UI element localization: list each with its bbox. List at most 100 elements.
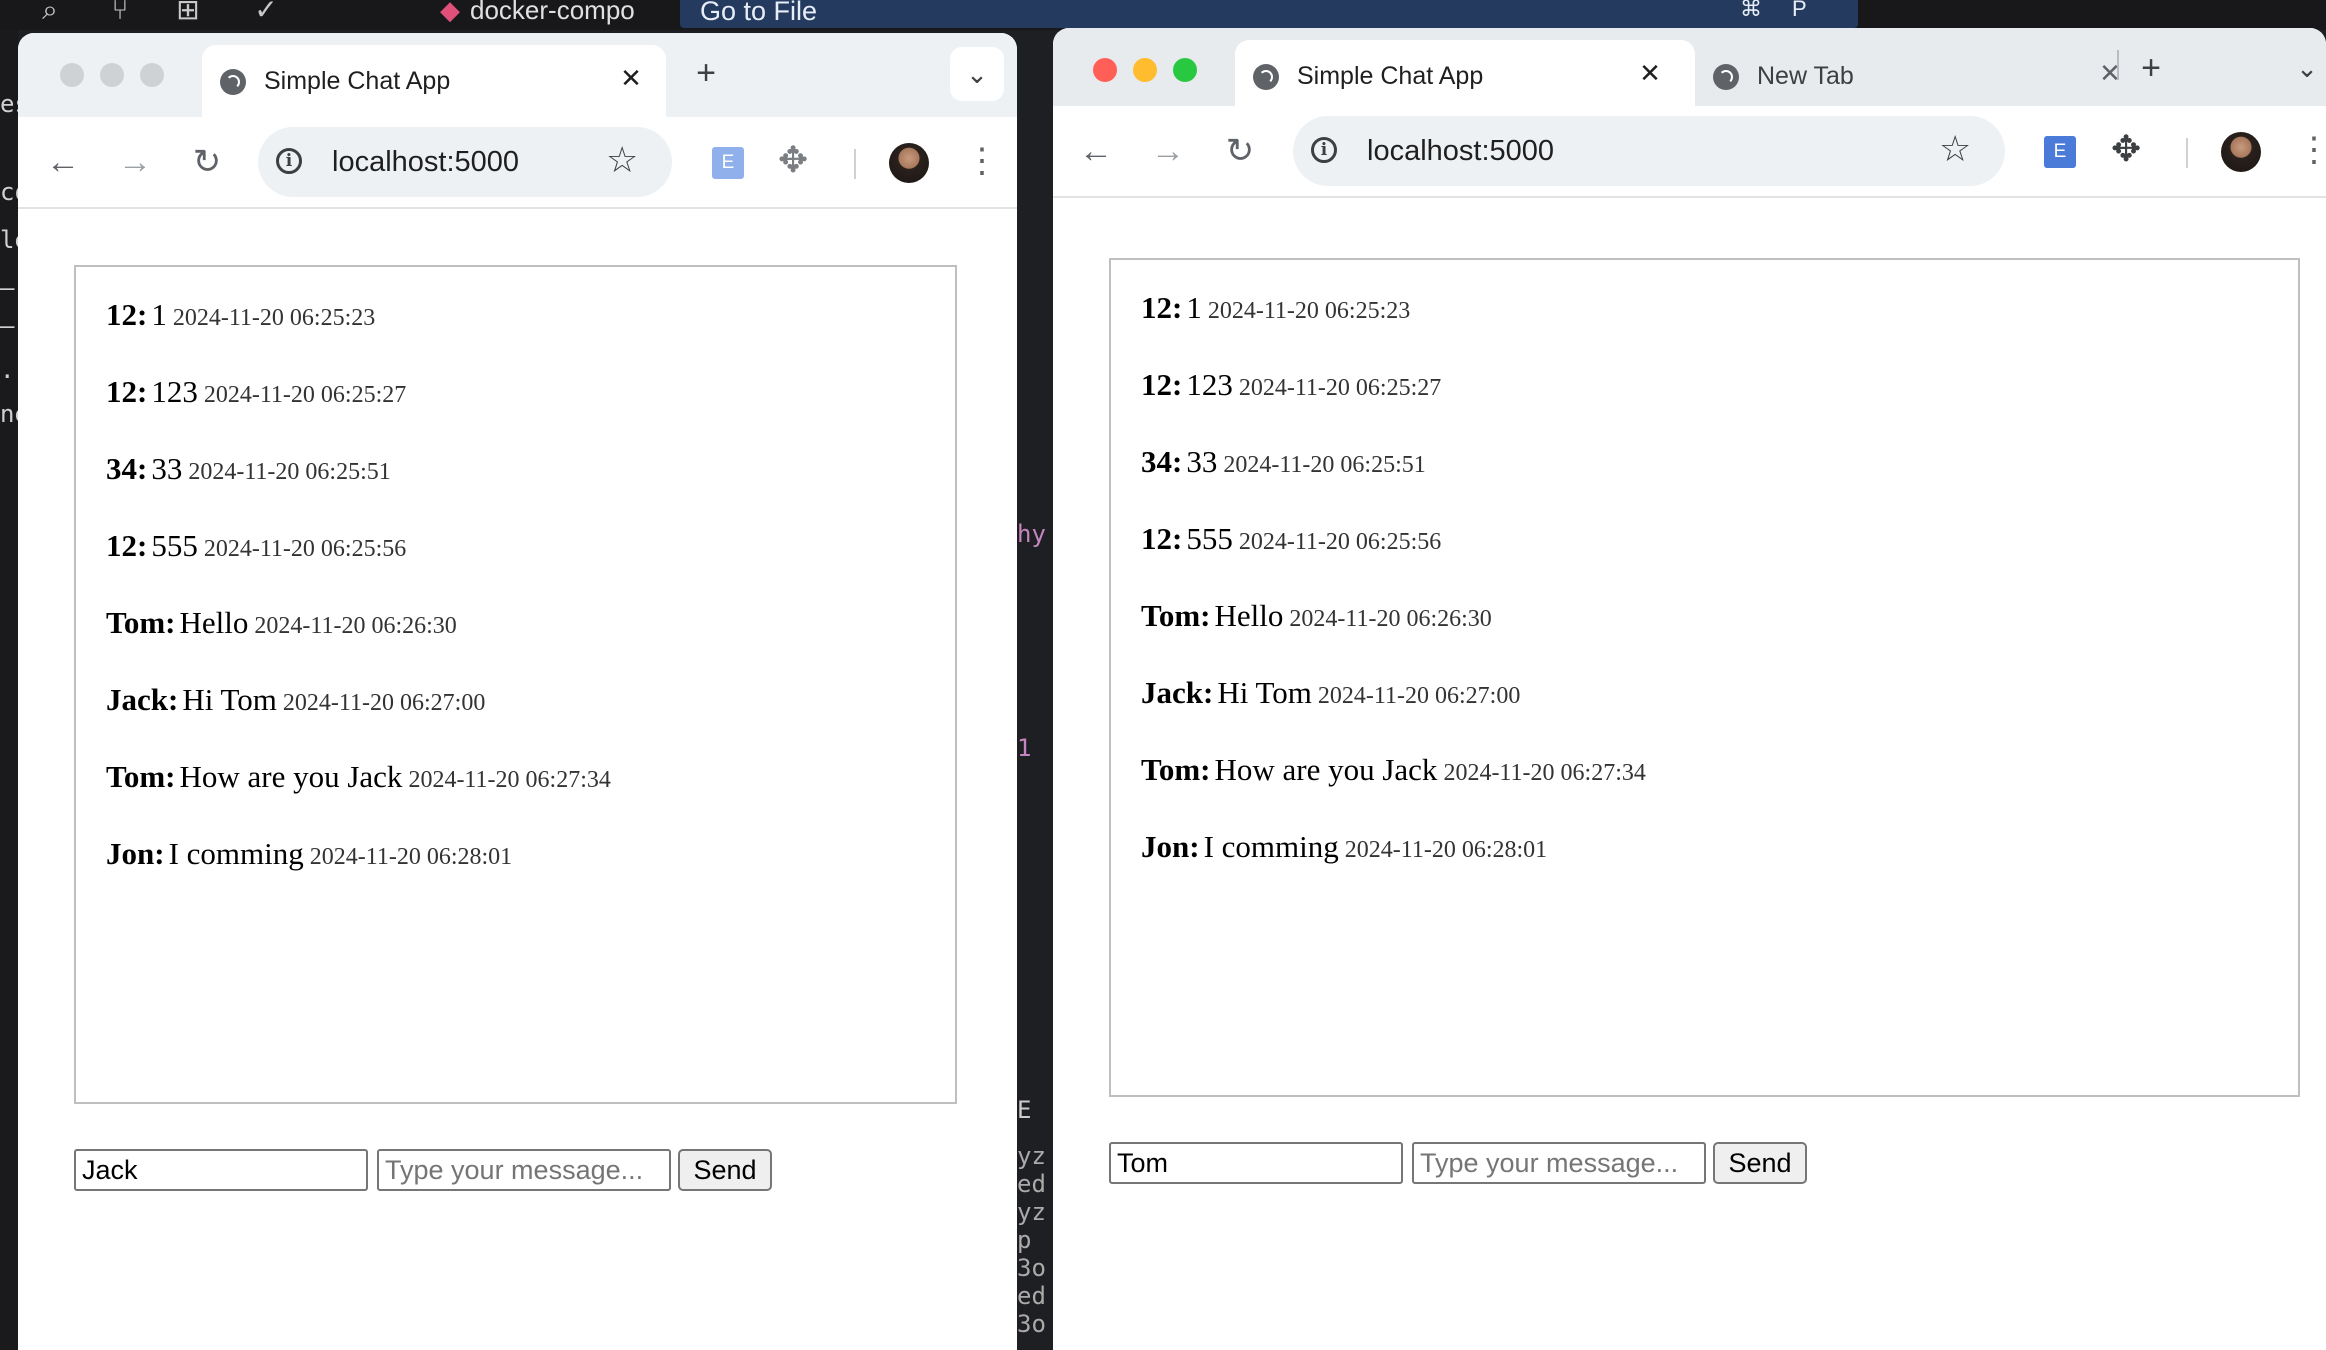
message-user: 34: — [1141, 444, 1183, 479]
close-window-button[interactable] — [1093, 58, 1117, 82]
bookmark-star-icon[interactable]: ☆ — [1939, 128, 1971, 170]
chat-message: 34: 33 2024-11-20 06:25:51 — [106, 451, 391, 487]
code-fragment-text: E — [1017, 1096, 1032, 1124]
address-bar[interactable]: i localhost:5000 ☆ — [258, 127, 672, 197]
message-timestamp: 2024-11-20 06:25:56 — [1238, 529, 1442, 555]
message-text: 123 — [151, 374, 198, 409]
more-menu-icon[interactable]: ⋮ — [965, 137, 999, 185]
close-tab-button[interactable]: ✕ — [1635, 58, 1665, 88]
extension-e-icon[interactable]: E — [712, 147, 744, 179]
globe-icon — [220, 69, 246, 95]
zoom-window-button[interactable] — [1173, 58, 1197, 82]
message-timestamp: 2024-11-20 06:26:30 — [254, 613, 457, 639]
username-input[interactable] — [74, 1149, 368, 1191]
message-user: Jack: — [106, 682, 179, 717]
code-fragment-text: 3o — [1017, 1254, 1046, 1282]
message-timestamp: 2024-11-20 06:25:27 — [203, 382, 407, 408]
address-bar[interactable]: i localhost:5000 ☆ — [1293, 116, 2005, 186]
chat-message: Tom: Hello 2024-11-20 06:26:30 — [106, 605, 457, 641]
tab-simple-chat-app[interactable]: Simple Chat App ✕ — [202, 45, 666, 117]
zoom-window-button[interactable] — [140, 63, 164, 87]
chat-message: Jack: Hi Tom 2024-11-20 06:27:00 — [106, 682, 485, 718]
code-fragment-text: 1 — [1017, 734, 1032, 762]
browser-toolbar: ← → ↻ i localhost:5000 ☆ E ✥ ⋮ — [18, 117, 1017, 209]
chat-messages-box: 12: 1 2024-11-20 06:25:23 12: 123 2024-11-20… — [1109, 258, 2300, 1097]
code-fragment-text: 3o — [1017, 1310, 1046, 1338]
send-button[interactable]: Send — [678, 1149, 772, 1191]
toolbar-divider — [2186, 138, 2188, 168]
message-text: Hi Tom — [182, 682, 277, 717]
site-info-icon[interactable]: i — [1311, 137, 1337, 163]
message-text: Hello — [179, 605, 249, 640]
profile-avatar[interactable] — [889, 143, 929, 183]
message-text: 123 — [1186, 367, 1233, 402]
reload-icon[interactable]: ↻ — [184, 139, 230, 185]
tab-search-button[interactable]: ⌄ — [950, 47, 1004, 101]
message-timestamp: 2024-11-20 06:28:01 — [1344, 837, 1548, 863]
minimize-window-button[interactable] — [1133, 58, 1157, 82]
code-fragment-text: yz — [1017, 1142, 1046, 1170]
message-timestamp: 2024-11-20 06:28:01 — [309, 844, 513, 870]
source-control-icon[interactable]: ⑂ — [100, 0, 140, 28]
message-user: Tom: — [106, 759, 176, 794]
tab-title: Simple Chat App — [1297, 62, 1484, 90]
tab-new-tab[interactable]: New Tab ✕ — [1695, 40, 2135, 112]
url-text[interactable]: localhost:5000 — [1367, 135, 1554, 168]
close-tab-button[interactable]: ✕ — [616, 63, 646, 93]
message-text: Hi Tom — [1217, 675, 1312, 710]
tab-simple-chat-app[interactable]: Simple Chat App ✕ — [1235, 40, 1695, 112]
chat-messages-box: 12: 1 2024-11-20 06:25:23 12: 123 2024-11-20… — [74, 265, 957, 1104]
message-text: How are you Jack — [179, 759, 403, 794]
message-user: Jon: — [106, 836, 165, 871]
minimize-window-button[interactable] — [100, 63, 124, 87]
message-input[interactable] — [1412, 1142, 1706, 1184]
goto-file-bar[interactable]: Go to File ⌘ P — [680, 0, 1858, 28]
tab-search-button[interactable]: ⌄ — [2287, 48, 2326, 88]
back-arrow-icon[interactable]: ← — [1073, 128, 1119, 174]
close-window-button[interactable] — [60, 63, 84, 87]
new-tab-button[interactable]: + — [686, 53, 726, 93]
sidebar-fragment-text: le — [0, 226, 18, 254]
back-arrow-icon[interactable]: ← — [40, 139, 86, 185]
message-user: 12: — [1141, 290, 1183, 325]
message-text: How are you Jack — [1214, 752, 1438, 787]
chat-message: 12: 1 2024-11-20 06:25:23 — [106, 297, 375, 333]
sidebar-fragment-text: ne — [0, 400, 18, 428]
url-text[interactable]: localhost:5000 — [332, 146, 519, 179]
goto-shortcut: ⌘ P — [1740, 0, 1837, 22]
forward-arrow-icon[interactable]: → — [112, 139, 158, 185]
message-text: I comming — [1203, 829, 1339, 864]
message-user: 12: — [1141, 521, 1183, 556]
bookmark-star-icon[interactable]: ☆ — [606, 139, 638, 181]
message-text: 1 — [1186, 290, 1202, 325]
chat-message: Tom: How are you Jack 2024-11-20 06:27:34 — [106, 759, 611, 795]
send-button[interactable]: Send — [1713, 1142, 1807, 1184]
new-tab-button[interactable]: + — [2131, 48, 2171, 88]
site-info-icon[interactable]: i — [276, 148, 302, 174]
tab-strip: Simple Chat App ✕ + ⌄ — [18, 33, 1017, 117]
more-menu-icon[interactable]: ⋮ — [2297, 126, 2326, 174]
message-timestamp: 2024-11-20 06:25:27 — [1238, 375, 1442, 401]
tab-title: Simple Chat App — [264, 67, 451, 95]
check-icon[interactable]: ✓ — [246, 0, 286, 28]
search-icon[interactable]: ⌕ — [30, 0, 70, 28]
message-user: 12: — [106, 297, 148, 332]
code-fragment-text: p — [1017, 1226, 1032, 1254]
username-input[interactable] — [1109, 1142, 1403, 1184]
toolbar-divider — [854, 149, 856, 179]
extensions-puzzle-icon[interactable]: ✥ — [778, 139, 808, 181]
extensions-puzzle-icon[interactable]: ✥ — [2111, 128, 2141, 170]
code-fragment-text: ed — [1017, 1282, 1046, 1310]
reload-icon[interactable]: ↻ — [1217, 128, 1263, 174]
message-input[interactable] — [377, 1149, 671, 1191]
profile-avatar[interactable] — [2221, 132, 2261, 172]
message-timestamp: 2024-11-20 06:26:30 — [1289, 606, 1492, 632]
close-tab-button[interactable]: ✕ — [2095, 58, 2125, 88]
sidebar-fragment-text: .r — [0, 356, 18, 384]
extensions-icon[interactable]: ⊞ — [168, 0, 208, 28]
extension-e-icon[interactable]: E — [2044, 136, 2076, 168]
forward-arrow-icon[interactable]: → — [1145, 128, 1191, 174]
browser-window-left: Simple Chat App ✕ + ⌄ ← → ↻ i localhost:… — [18, 33, 1017, 1350]
editor-file-tab[interactable]: ◆ docker-compo — [440, 0, 680, 26]
editor-top-bar: ⌕ ⑂ ⊞ ✓ ◆ docker-compo Go to File ⌘ P — [0, 0, 2326, 30]
